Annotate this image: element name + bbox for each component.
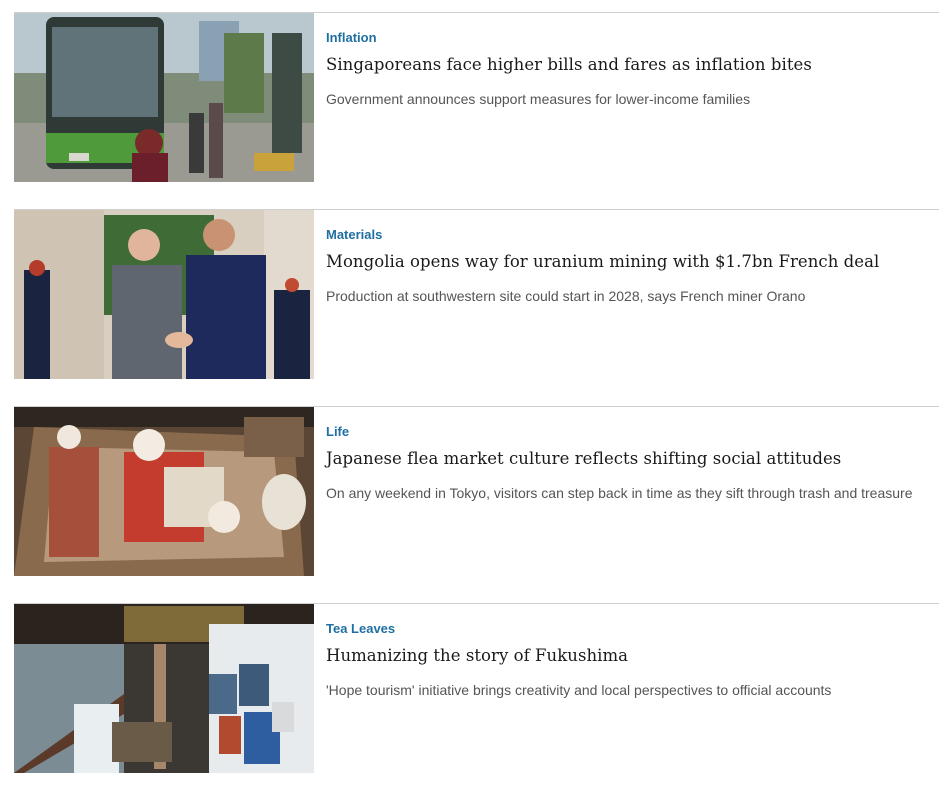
- article-headline-link[interactable]: Mongolia opens way for uranium mining wi…: [326, 251, 936, 273]
- article-summary: Production at southwestern site could st…: [326, 288, 806, 304]
- handshake-photo: [14, 210, 314, 379]
- article-text: Inflation Singaporeans face higher bills…: [326, 29, 936, 108]
- article-card[interactable]: Inflation Singaporeans face higher bills…: [14, 12, 939, 209]
- article-summary: Government announces support measures fo…: [326, 91, 751, 107]
- article-headline-link[interactable]: Humanizing the story of Fukushima: [326, 645, 936, 667]
- dolls-photo: [14, 407, 314, 576]
- article-thumbnail-dolls[interactable]: [14, 407, 314, 576]
- article-text: Tea Leaves Humanizing the story of Fukus…: [326, 620, 936, 699]
- article-summary: On any weekend in Tokyo, visitors can st…: [326, 485, 913, 501]
- article-feed: Inflation Singaporeans face higher bills…: [0, 0, 948, 791]
- article-summary: 'Hope tourism' initiative brings creativ…: [326, 682, 832, 698]
- article-thumbnail-gallery[interactable]: [14, 604, 314, 773]
- article-text: Materials Mongolia opens way for uranium…: [326, 226, 936, 305]
- article-category-link[interactable]: Tea Leaves: [326, 621, 395, 637]
- article-thumbnail-handshake[interactable]: [14, 210, 314, 379]
- article-card[interactable]: Tea Leaves Humanizing the story of Fukus…: [14, 603, 939, 791]
- article-card[interactable]: Life Japanese flea market culture reflec…: [14, 406, 939, 603]
- gallery-photo: [14, 604, 314, 773]
- bus-stop-photo: [14, 13, 314, 182]
- article-text: Life Japanese flea market culture reflec…: [326, 423, 936, 502]
- article-thumbnail-bus-stop[interactable]: [14, 13, 314, 182]
- article-category-link[interactable]: Inflation: [326, 30, 377, 46]
- article-headline-link[interactable]: Japanese flea market culture reflects sh…: [326, 448, 936, 470]
- article-category-link[interactable]: Life: [326, 424, 349, 440]
- article-category-link[interactable]: Materials: [326, 227, 382, 243]
- article-headline-link[interactable]: Singaporeans face higher bills and fares…: [326, 54, 936, 76]
- article-card[interactable]: Materials Mongolia opens way for uranium…: [14, 209, 939, 406]
